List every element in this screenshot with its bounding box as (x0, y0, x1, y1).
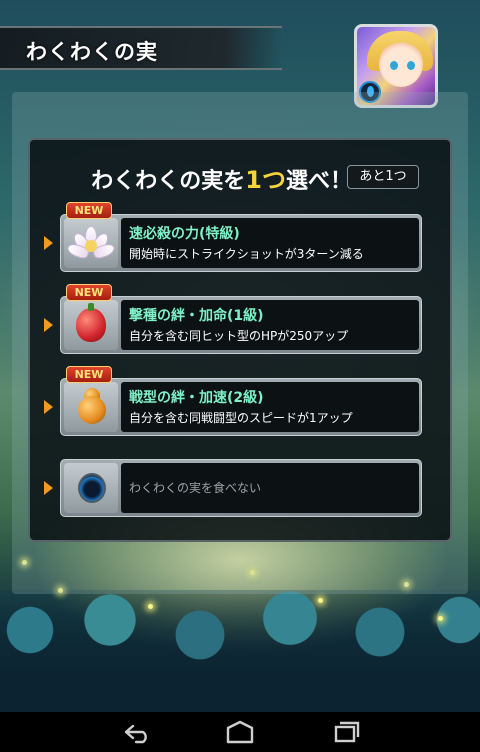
new-badge: NEW (66, 366, 112, 383)
option-icon-frame (64, 463, 118, 513)
header-bar: わくわくの実 (0, 26, 282, 70)
gourd-fruit-icon (78, 396, 106, 424)
option-text-box: わくわくの実を食べない (121, 463, 419, 513)
firefly (438, 616, 443, 621)
lotus-fruit-icon (65, 226, 117, 261)
firefly (318, 598, 323, 603)
new-badge: NEW (66, 284, 112, 301)
option-description: 開始時にストライクショットが3ターン減る (129, 247, 364, 261)
option-card[interactable]: 速必殺の力(特級) 開始時にストライクショットが3ターン減る (60, 214, 422, 272)
option-icon-frame (64, 300, 118, 350)
option-icon-frame (64, 218, 118, 268)
option-title: 戦型の絆・加速(2級) (129, 390, 264, 406)
option-title: 速必殺の力(特級) (129, 226, 240, 242)
lotus-core (85, 240, 97, 252)
option-title: 撃種の絆・加命(1級) (129, 308, 264, 324)
empty-orb-icon (78, 473, 106, 503)
skip-fruit-option[interactable]: わくわくの実を食べない (44, 459, 424, 519)
back-icon[interactable] (116, 718, 156, 746)
option-description: 自分を含む同戦闘型のスピードが1アップ (129, 411, 353, 425)
avatar-eye (390, 61, 398, 70)
option-card[interactable]: 戦型の絆・加速(2級) 自分を含む同戦闘型のスピードが1アップ (60, 378, 422, 436)
option-card[interactable]: わくわくの実を食べない (60, 459, 422, 517)
new-badge: NEW (66, 202, 112, 219)
option-icon-frame (64, 382, 118, 432)
select-arrow-icon (44, 318, 53, 332)
red-fruit-icon (76, 303, 106, 342)
system-navbar (0, 712, 480, 752)
recents-icon[interactable] (324, 718, 364, 746)
avatar-face (379, 41, 423, 87)
fruit-option-3[interactable]: 戦型の絆・加速(2級) 自分を含む同戦闘型のスピードが1アップ NEW (44, 366, 424, 438)
firefly (148, 604, 153, 609)
foliage-background (0, 590, 480, 712)
page-title: わくわくの実 (26, 40, 158, 64)
home-icon[interactable] (220, 718, 260, 746)
remaining-count: あと1つ (347, 165, 419, 189)
option-text-box: 戦型の絆・加速(2級) 自分を含む同戦闘型のスピードが1アップ (121, 382, 419, 432)
select-arrow-icon (44, 400, 53, 414)
option-card[interactable]: 撃種の絆・加命(1級) 自分を含む同ヒット型のHPが250アップ (60, 296, 422, 354)
select-arrow-icon (44, 236, 53, 250)
heading-prefix: わくわくの実を (91, 169, 246, 194)
avatar-eye (407, 61, 415, 70)
option-text-box: 速必殺の力(特級) 開始時にストライクショットが3ターン減る (121, 218, 419, 268)
skip-label: わくわくの実を食べない (129, 481, 262, 495)
fruit-option-2[interactable]: 撃種の絆・加命(1級) 自分を含む同ヒット型のHPが250アップ NEW (44, 284, 424, 356)
heading-suffix: 選べ！ (285, 169, 352, 194)
option-description: 自分を含む同ヒット型のHPが250アップ (129, 329, 349, 343)
heading-count: 1つ (245, 166, 286, 194)
option-text-box: 撃種の絆・加命(1級) 自分を含む同ヒット型のHPが250アップ (121, 300, 419, 350)
fruit-option-1[interactable]: 速必殺の力(特級) 開始時にストライクショットが3ターン減る NEW (44, 202, 424, 274)
dialog-heading: わくわくの実を1つ選べ！ (0, 160, 352, 195)
select-arrow-icon (44, 481, 53, 495)
